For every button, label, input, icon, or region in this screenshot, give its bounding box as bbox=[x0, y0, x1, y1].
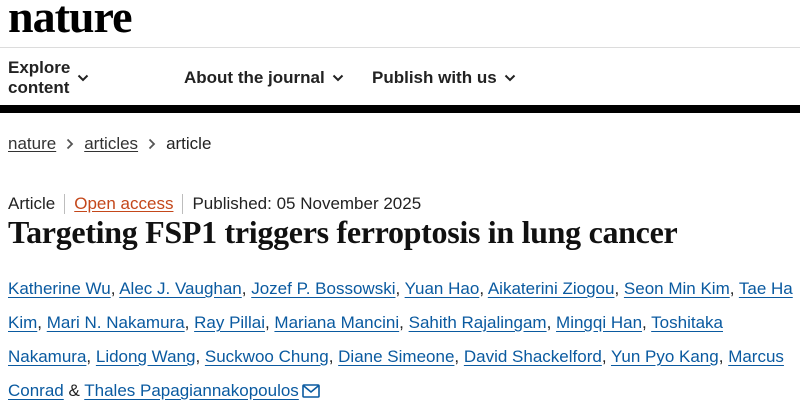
meta-divider bbox=[64, 194, 66, 214]
author-link[interactable]: Seon Min Kim bbox=[624, 279, 730, 298]
nav-divider bbox=[0, 105, 800, 113]
author-link[interactable]: Suckwoo Chung bbox=[205, 347, 329, 366]
nav-explore-content-label: Explore content bbox=[8, 58, 71, 97]
author-link[interactable]: Mingqi Han bbox=[556, 313, 642, 332]
nav-about-journal-label: About the journal bbox=[184, 68, 325, 87]
author-link[interactable]: Katherine Wu bbox=[8, 279, 111, 298]
author-link[interactable]: Aikaterini Ziogou bbox=[488, 279, 615, 298]
author-link[interactable]: Ray Pillai bbox=[194, 313, 265, 332]
author-link[interactable]: Mariana Mancini bbox=[274, 313, 399, 332]
author-link[interactable]: Diane Simeone bbox=[338, 347, 454, 366]
article-meta: Article Open access Published: 05 Novemb… bbox=[8, 194, 421, 214]
open-access-link[interactable]: Open access bbox=[74, 194, 173, 214]
author-link[interactable]: Yun Pyo Kang bbox=[611, 347, 719, 366]
author-link[interactable]: Alec J. Vaughan bbox=[119, 279, 242, 298]
author-list: Katherine Wu, Alec J. Vaughan, Jozef P. … bbox=[8, 272, 798, 400]
mail-icon[interactable] bbox=[302, 376, 320, 400]
breadcrumb-article: article bbox=[166, 134, 212, 153]
author-link[interactable]: David Shackelford bbox=[464, 347, 602, 366]
header-divider bbox=[0, 47, 800, 48]
published-date: Published: 05 November 2025 bbox=[192, 194, 422, 213]
nav-publish-with-us-label: Publish with us bbox=[372, 68, 497, 87]
chevron-down-icon bbox=[77, 74, 89, 82]
chevron-down-icon bbox=[332, 74, 344, 82]
article-type: Article bbox=[8, 194, 56, 213]
nav-about-journal[interactable]: About the journal bbox=[184, 58, 344, 98]
author-link[interactable]: Yuan Hao bbox=[405, 279, 480, 298]
breadcrumb-nature[interactable]: nature bbox=[8, 134, 56, 154]
author-link[interactable]: Mari N. Nakamura bbox=[47, 313, 185, 332]
author-link[interactable]: Jozef P. Bossowski bbox=[251, 279, 395, 298]
meta-divider bbox=[182, 194, 184, 214]
author-link[interactable]: Thales Papagiannakopoulos bbox=[84, 381, 299, 400]
article-title: Targeting FSP1 triggers ferroptosis in l… bbox=[8, 214, 678, 250]
breadcrumb: nature articles article bbox=[8, 134, 211, 154]
nature-logo[interactable]: nature bbox=[8, 0, 132, 40]
author-link[interactable]: Lidong Wang bbox=[96, 347, 196, 366]
chevron-right-icon bbox=[66, 138, 74, 150]
chevron-down-icon bbox=[504, 74, 516, 82]
nav-publish-with-us[interactable]: Publish with us bbox=[372, 58, 516, 98]
nav-explore-content[interactable]: Explore content bbox=[8, 58, 89, 98]
author-link[interactable]: Sahith Rajalingam bbox=[409, 313, 547, 332]
chevron-right-icon bbox=[148, 138, 156, 150]
breadcrumb-articles[interactable]: articles bbox=[84, 134, 138, 154]
